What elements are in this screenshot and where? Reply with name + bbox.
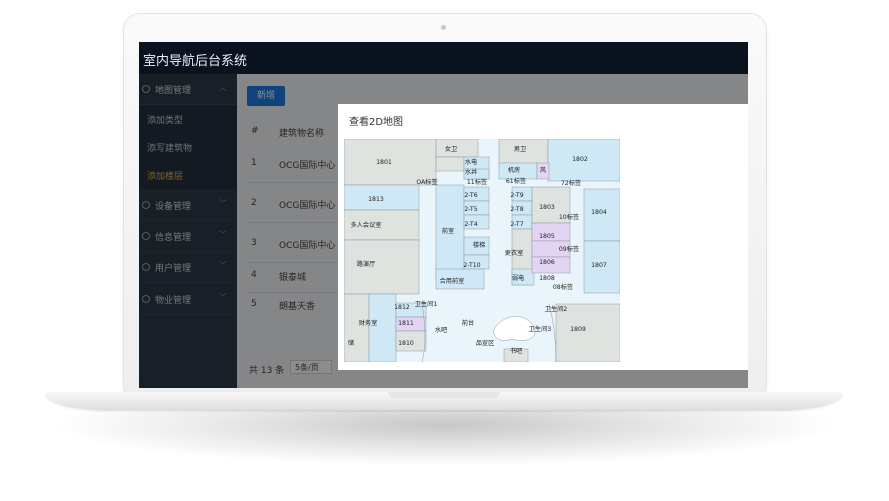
map-room-label: 储 [348,339,354,347]
map-room-label: 1805 [539,233,555,240]
map-room-label: 前台 [462,319,474,327]
map-room-label: 水井 [465,168,477,176]
map-room[interactable] [368,293,397,362]
map-room-label: 卫生间2 [545,305,568,313]
map-room-label: 弱电 [512,274,524,282]
map-room-label: 书吧 [510,347,522,355]
map-room-label: 多人会议室 [351,221,382,229]
map-room-label: 72标签 [561,179,581,187]
map-room-label: 1806 [539,259,555,266]
map-room-label: 2-T7 [510,221,523,228]
top-bar: 室内导航后台系统 [139,42,748,74]
map-room[interactable] [435,156,465,172]
map-room-label: 1809 [570,326,586,333]
map-room-label: 1801 [376,159,392,166]
laptop-notch [388,392,500,398]
map-room[interactable] [344,239,420,295]
map-room-label: 1802 [572,156,588,163]
map-room[interactable] [344,293,370,362]
camera-dot [441,25,446,30]
map-room-label: 1808 [539,275,555,282]
map-room-label: 卫生间1 [415,300,438,308]
map-room-label: 楼梯 [473,241,485,249]
floor-plan-map[interactable]: 1801 女卫 男卫 1802 水电水井 机房 风 OA标签 11标签 61标签 72标签 1813 2… [344,139,620,362]
map-room-label: 1813 [368,196,384,203]
map-room-label: 08标签 [553,283,573,291]
map-room-label: 更衣室 [505,249,524,257]
map-room-label: 男卫 [514,146,526,153]
map-room-label: OA标签 [416,178,437,186]
screen: 室内导航后台系统 地图管理 ︿ 添加类型 添写建筑物 添加楼层 设备管理 ﹀ 信… [139,42,748,388]
map-room-label: 前室 [442,227,454,235]
map-room-label: 1803 [539,204,555,211]
map-room-label: 2-T8 [510,206,523,213]
map-room-label: 2-T6 [464,192,477,199]
map-room-label: 1810 [398,340,414,347]
map-room-label: 风 [540,167,546,174]
map-room-label: 1807 [591,262,607,269]
map-room-label: 品宣区 [476,339,495,347]
map-room-label: 路演厅 [357,260,376,268]
map-room-label: 机房 [508,166,520,174]
map-room-label: 11标签 [467,178,487,186]
map-room-label: 2-T4 [464,221,477,228]
app-title: 室内导航后台系统 [143,54,248,69]
map-room-label: 卫生间3 [529,325,552,333]
map-room-label: 财务室 [359,319,378,327]
map-room-label: 10标签 [559,213,579,221]
map-room-label: 水电 [465,158,477,166]
map-room-label: 1811 [398,320,414,327]
map-room-label: 09标签 [559,245,579,253]
map-room-label: 1812 [394,304,410,311]
map-room-label: 2-T9 [510,192,523,199]
map-room-label: 合用前室 [440,277,465,285]
map-room-label: 61标签 [506,177,526,185]
map-room-label: 2-T5 [464,206,477,213]
map-room-label: 水吧 [435,326,447,334]
map-room-label: 1804 [591,209,607,216]
map-dialog: 查看2D地图 1801 女卫 男卫 1802 水电水井 机房 风 OA标签 11标签 61标签 72… [338,104,748,370]
map-room-label: 2-T10 [463,262,480,269]
dialog-title: 查看2D地图 [349,117,404,128]
map-room-label: 女卫 [445,145,457,153]
